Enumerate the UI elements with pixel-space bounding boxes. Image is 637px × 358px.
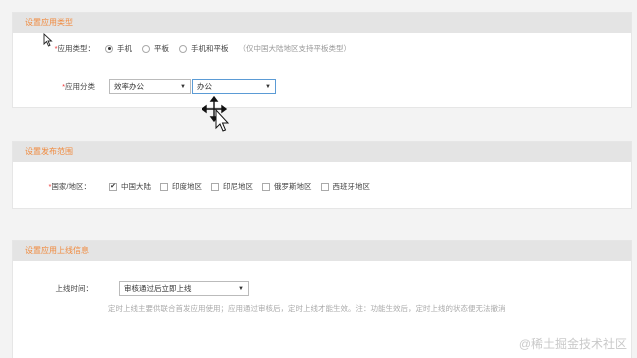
move-cursor-icon xyxy=(202,96,230,132)
caret-down-icon: ▼ xyxy=(265,83,271,90)
section-title: 设置应用类型 xyxy=(13,13,631,33)
app-type-row: *应用类型： 手机 平板 手机和平板 （仅中国大陆地区支持平板类型） xyxy=(54,43,352,54)
launch-time-row: 上线时间： 审核通过后立即上线 ▼ xyxy=(31,281,249,296)
region-checkbox-russia[interactable]: 俄罗斯地区 xyxy=(262,181,312,192)
checkbox-icon xyxy=(262,182,270,191)
region-checkbox-spain[interactable]: 西班牙地区 xyxy=(320,181,370,192)
radio-icon xyxy=(179,44,187,53)
section-title: 设置应用上线信息 xyxy=(13,241,631,261)
arrow-cursor-icon xyxy=(43,33,53,47)
region-checkbox-india[interactable]: 印度地区 xyxy=(160,181,202,192)
radio-tablet[interactable]: 平板 xyxy=(142,43,169,54)
launch-note: 定时上线主要供联合首发应用使用；应用通过审核后，定时上线才能生效。注：功能生效后… xyxy=(108,304,506,313)
radio-icon xyxy=(142,44,150,53)
radio-selected-icon xyxy=(105,44,113,53)
checkmark-icon: ✔ xyxy=(109,182,117,191)
category-primary-select[interactable]: 效率办公 ▼ xyxy=(109,79,191,94)
radio-phone-and-tablet[interactable]: 手机和平板 xyxy=(179,43,229,54)
checkbox-icon xyxy=(211,182,219,191)
watermark: @稀土掘金技术社区 xyxy=(518,337,627,351)
launch-time-label: 上线时间： xyxy=(55,284,94,293)
caret-down-icon: ▼ xyxy=(238,285,244,292)
region-checkbox-china[interactable]: ✔ 中国大陆 xyxy=(109,181,151,192)
region-checkbox-indonesia[interactable]: 印尼地区 xyxy=(211,181,253,192)
checkbox-icon xyxy=(160,182,168,191)
checkbox-icon xyxy=(320,182,329,191)
launch-time-select[interactable]: 审核通过后立即上线 ▼ xyxy=(119,281,249,296)
section-title: 设置发布范围 xyxy=(13,142,631,162)
region-row: *国家/地区： ✔ 中国大陆 印度地区 印尼地区 俄罗斯地区 西班牙地区 xyxy=(48,181,370,192)
release-scope-section: 设置发布范围 *国家/地区： ✔ 中国大陆 印度地区 印尼地区 俄罗斯地区 西班牙… xyxy=(12,141,632,209)
app-type-section: 设置应用类型 *应用类型： 手机 平板 手机和平板 （仅中国大陆地区支持平板类型… xyxy=(12,12,632,108)
category-row: *应用分类 效率办公 ▼ 办公 ▼ xyxy=(31,79,276,94)
app-type-label: 应用类型： xyxy=(57,44,96,53)
region-label: 国家/地区： xyxy=(51,182,91,191)
category-label: 应用分类 xyxy=(65,82,95,91)
caret-down-icon: ▼ xyxy=(180,83,186,90)
category-secondary-select[interactable]: 办公 ▼ xyxy=(192,79,276,94)
tablet-hint: （仅中国大陆地区支持平板类型） xyxy=(238,44,352,53)
radio-phone[interactable]: 手机 xyxy=(105,43,132,54)
